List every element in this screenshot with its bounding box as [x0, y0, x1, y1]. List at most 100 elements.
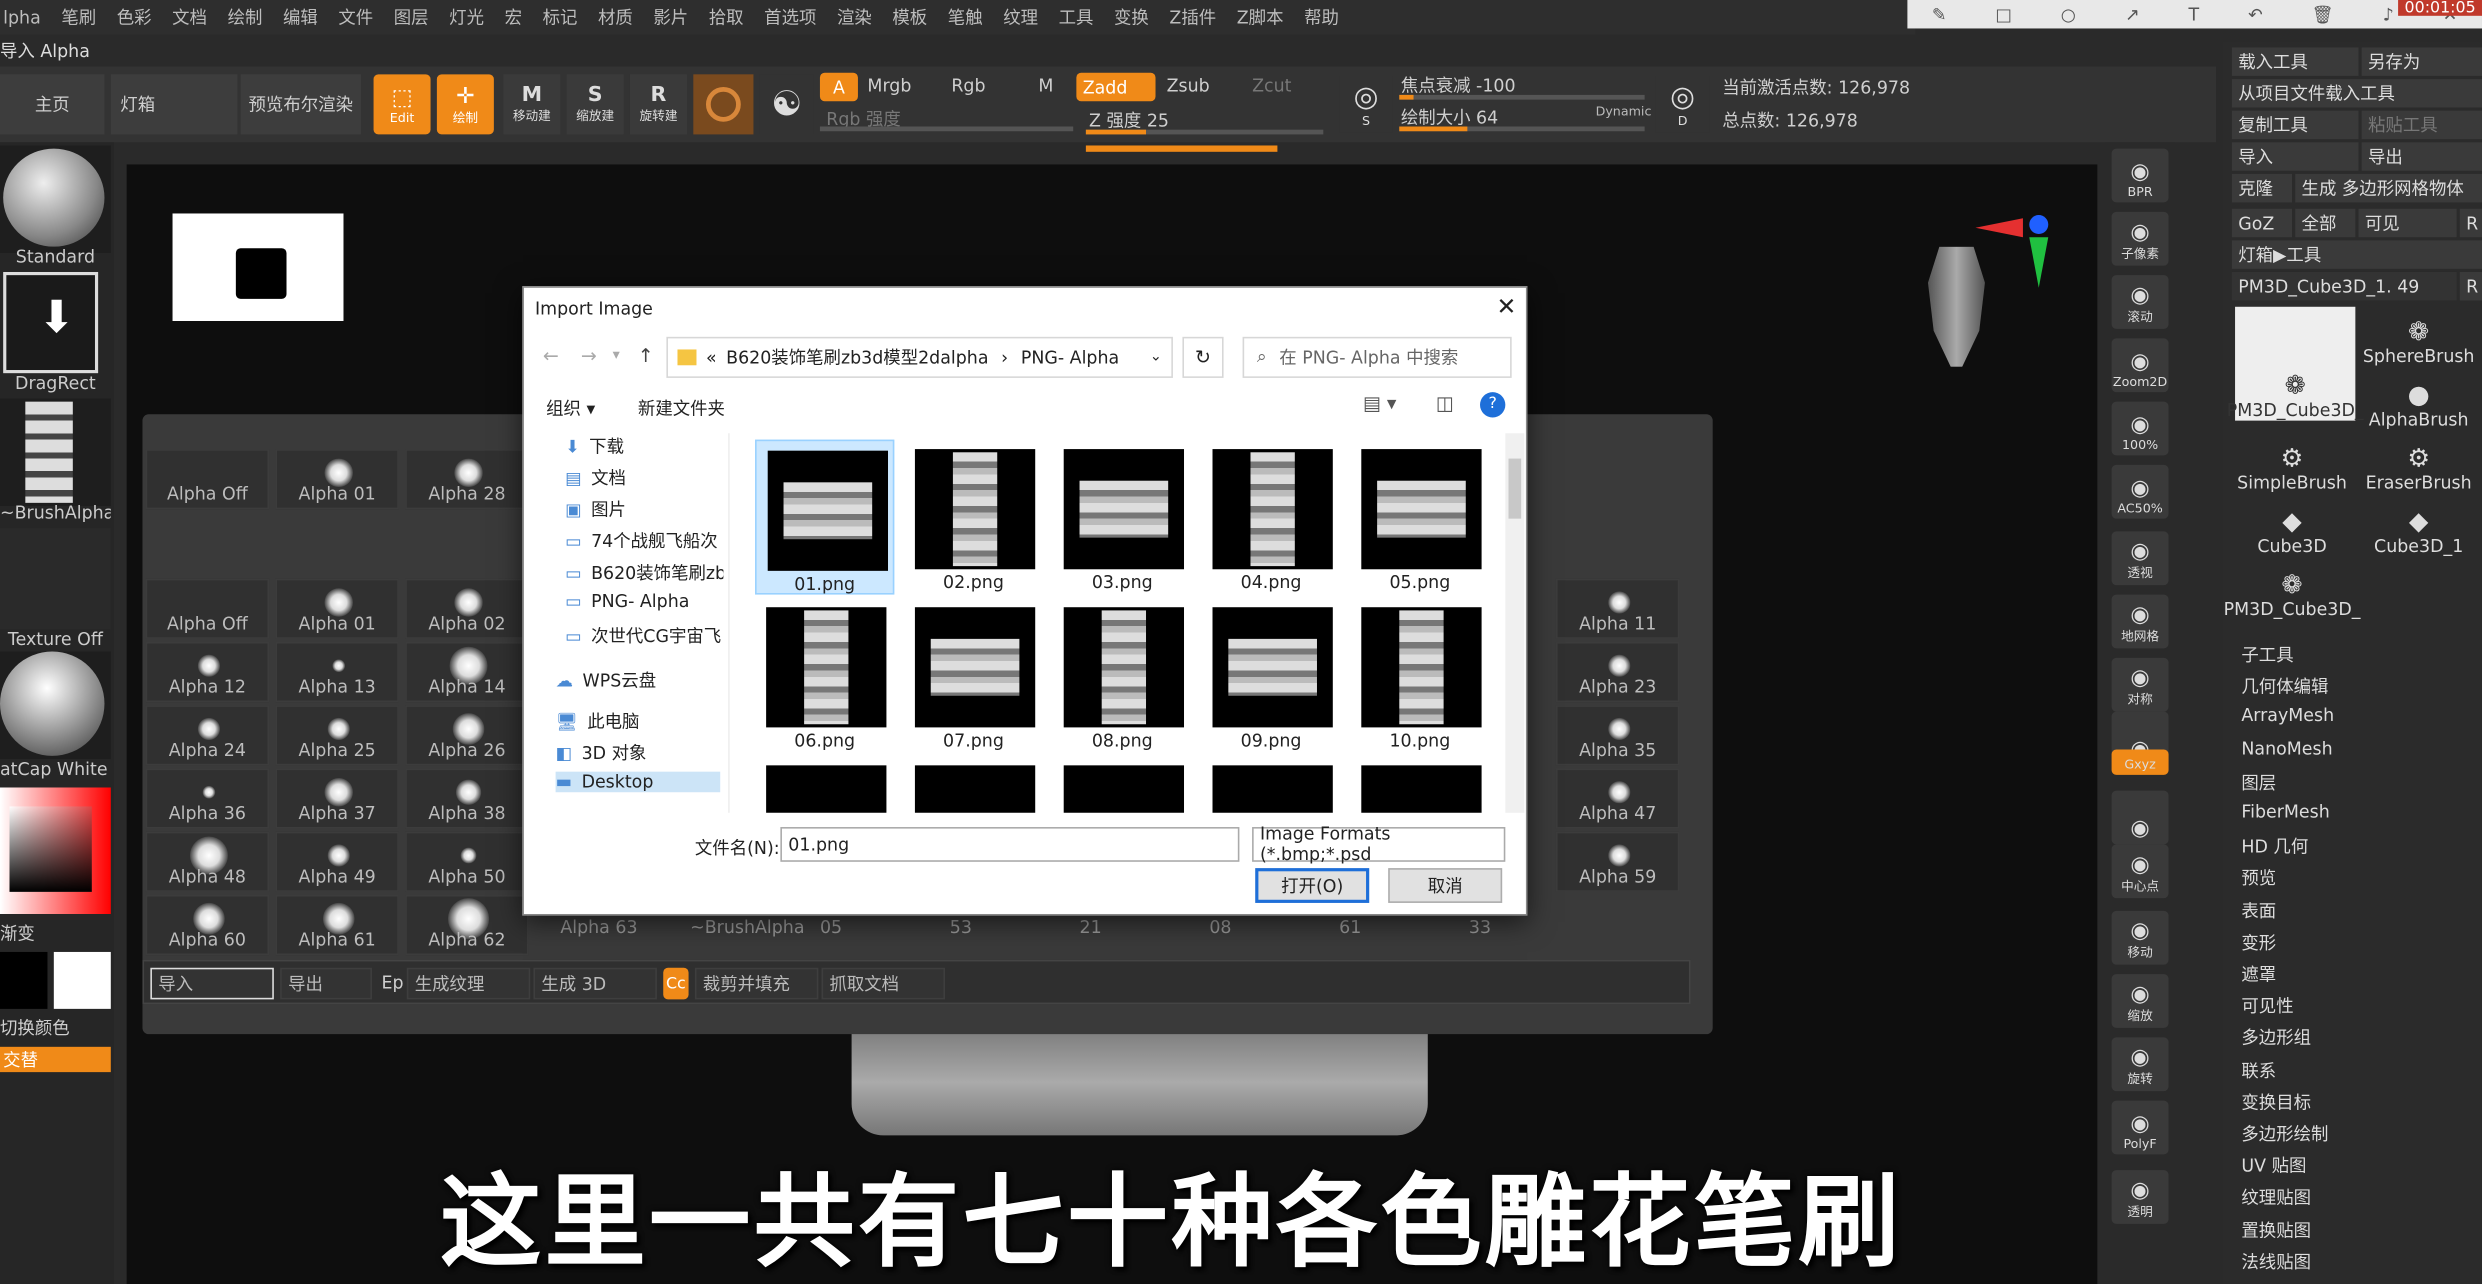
tool-thumb[interactable]: ⚙ SimpleBrush: [2232, 430, 2352, 494]
alternate-button[interactable]: 交替: [0, 1046, 111, 1073]
axis-gizmo-icon[interactable]: [1975, 212, 2049, 291]
alpha-thumb[interactable]: Alpha 35: [1555, 705, 1680, 766]
file-item-partial[interactable]: [1201, 756, 1340, 813]
nav-button[interactable]: ◉ 子像素: [2111, 211, 2169, 266]
alpha-extra-label[interactable]: 61: [1339, 917, 1361, 938]
home-tab[interactable]: 主页: [0, 74, 105, 135]
alpha-extra-label[interactable]: 21: [1080, 917, 1102, 938]
focal-shift-icon[interactable]: ◎ S: [1339, 75, 1393, 133]
address-bar[interactable]: « B620装饰笔刷zb3d模型2dalpha › PNG- Alpha ⌄: [666, 336, 1173, 378]
menu-item[interactable]: 图层: [394, 5, 429, 30]
m-toggle[interactable]: M: [1038, 76, 1053, 97]
path-folder[interactable]: B620装饰笔刷zb3d模型2dalpha: [726, 345, 988, 370]
visible-button[interactable]: 可见: [2358, 208, 2457, 238]
mrgb-toggle[interactable]: Mrgb: [867, 76, 911, 97]
menu-item[interactable]: 文档: [172, 5, 207, 30]
r-button[interactable]: R: [2459, 208, 2482, 238]
nav-button[interactable]: ◉ 对称: [2111, 657, 2169, 712]
menu-item[interactable]: 编辑: [283, 5, 318, 30]
menu-item[interactable]: 色彩: [117, 5, 152, 30]
preview-pane-icon[interactable]: ◫: [1436, 392, 1454, 414]
alpha-thumb[interactable]: Alpha 50: [405, 831, 529, 892]
tool-menu-item[interactable]: HD 几何: [2241, 834, 2308, 859]
dragrect-thumb[interactable]: ⬇: [3, 271, 99, 374]
tool-menu-item[interactable]: 表面: [2241, 898, 2276, 923]
filename-input[interactable]: 01.png: [780, 827, 1240, 862]
nav-tree-item[interactable]: ▣ 图片: [565, 497, 723, 522]
draw-button[interactable]: ✛ 绘制: [436, 74, 494, 135]
lightbox-button[interactable]: 灯箱: [110, 74, 238, 135]
alpha-thumb[interactable]: Alpha 11: [1555, 578, 1680, 639]
focal-shift-slider[interactable]: [1399, 94, 1645, 100]
export-button[interactable]: 导出: [280, 967, 372, 1000]
tool-menu-item[interactable]: NanoMesh: [2241, 738, 2332, 759]
menu-item[interactable]: 影片: [653, 5, 688, 30]
tool-menu-item[interactable]: 多边形组: [2241, 1025, 2311, 1050]
z-intensity-slider[interactable]: [1085, 129, 1324, 135]
nav-tree-item[interactable]: 🖥 此电脑: [556, 708, 714, 733]
tool-thumb[interactable]: ❁ PM3D_Cube3D_: [2227, 306, 2364, 421]
menu-item[interactable]: 文件: [338, 5, 373, 30]
file-item[interactable]: 07.png: [904, 598, 1043, 753]
tool-menu-item[interactable]: 子工具: [2241, 642, 2293, 667]
file-item-partial[interactable]: [755, 756, 894, 813]
alpha-thumb[interactable]: Alpha 48: [145, 831, 270, 892]
tool-thumb[interactable]: ◆ Cube3D_1: [2359, 493, 2479, 557]
menu-item[interactable]: 拾取: [709, 5, 744, 30]
matcap-thumb[interactable]: [0, 651, 111, 760]
a-toggle[interactable]: A: [819, 72, 858, 102]
move-button[interactable]: M 移动建: [503, 74, 561, 135]
load-from-project-button[interactable]: 从项目文件载入工具: [2231, 79, 2482, 108]
alpha-thumb[interactable]: Alpha 49: [275, 831, 399, 892]
alpha-thumb[interactable]: Alpha 23: [1555, 642, 1680, 703]
file-item-partial[interactable]: [1350, 756, 1489, 813]
alpha-extra-label[interactable]: Alpha 63: [560, 917, 637, 938]
view-options-icon[interactable]: ▤ ▾: [1363, 392, 1397, 414]
ep-toggle[interactable]: Ep: [381, 972, 403, 993]
alpha-thumb[interactable]: Alpha 47: [1555, 768, 1680, 829]
clone-button[interactable]: 克隆: [2231, 173, 2293, 203]
menu-item[interactable]: 帮助: [1304, 5, 1339, 30]
menu-item[interactable]: 材质: [598, 5, 633, 30]
alpha-thumb[interactable]: Alpha 01: [275, 449, 399, 510]
text-icon[interactable]: T: [2189, 4, 2200, 25]
file-item-partial[interactable]: [1053, 756, 1192, 813]
color-picker[interactable]: [0, 787, 111, 914]
circle-icon[interactable]: ○: [2061, 4, 2076, 25]
alpha-thumb[interactable]: Alpha Off: [145, 449, 270, 510]
rotate-button[interactable]: R 旋转建: [629, 74, 687, 135]
alpha-thumb[interactable]: Alpha 38: [405, 768, 529, 829]
alpha-extra-label[interactable]: 08: [1209, 917, 1231, 938]
menu-item[interactable]: 标记: [543, 5, 578, 30]
tool-thumb[interactable]: ❁ SphereBrush: [2359, 304, 2479, 367]
tool-thumb[interactable]: ● AlphaBrush: [2359, 367, 2479, 431]
alpha-thumb[interactable]: Alpha 61: [275, 895, 399, 956]
alpha-thumb[interactable]: Alpha 36: [145, 768, 270, 829]
nav-tree-item[interactable]: ▭ PNG- Alpha: [565, 591, 723, 612]
file-item-partial[interactable]: [904, 756, 1043, 813]
tool-menu-item[interactable]: 可见性: [2241, 993, 2293, 1018]
refresh-icon[interactable]: ↻: [1182, 336, 1224, 378]
menu-item[interactable]: 模板: [892, 5, 927, 30]
nav-tree-item[interactable]: ▭ B620装饰笔刷zb: [565, 560, 723, 585]
alpha-extra-label[interactable]: 33: [1469, 917, 1491, 938]
tool-menu-item[interactable]: ArrayMesh: [2241, 706, 2334, 727]
alpha-thumb[interactable]: Alpha 26: [405, 705, 529, 766]
nav-tree-item[interactable]: ▬ Desktop: [555, 771, 721, 793]
edit-button[interactable]: ⬚ Edit: [373, 74, 431, 135]
alpha-thumb[interactable]: Alpha 01: [275, 578, 399, 639]
help-icon[interactable]: ?: [1480, 392, 1506, 418]
recent-dropdown-icon[interactable]: ▾: [613, 348, 620, 364]
menu-item[interactable]: 工具: [1059, 5, 1094, 30]
file-item[interactable]: 06.png: [755, 598, 894, 753]
nav-tree-item[interactable]: ▤ 文档: [565, 465, 723, 490]
tool-thumb[interactable]: ◆ Cube3D: [2232, 493, 2352, 557]
alpha-thumb[interactable]: Alpha 12: [145, 642, 270, 703]
menu-item[interactable]: 绘制: [228, 5, 263, 30]
r-button-2[interactable]: R: [2459, 271, 2482, 301]
file-item[interactable]: 03.png: [1053, 440, 1192, 595]
preview-boolean-button[interactable]: 预览布尔渲染: [240, 74, 361, 135]
alpha-thumb[interactable]: Alpha 14: [405, 642, 529, 703]
nav-tree-item[interactable]: ⬇ 下载: [565, 433, 723, 458]
grab-doc-button[interactable]: 抓取文档: [821, 967, 945, 1000]
